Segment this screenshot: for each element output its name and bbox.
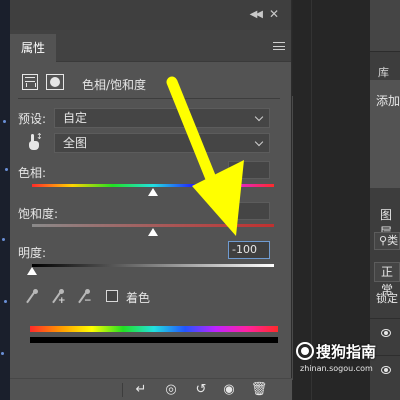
dock-top-panel [370, 0, 400, 52]
layer-filter-text: 类 [387, 234, 399, 247]
output-color-spectrum [30, 337, 278, 343]
colorize-checkbox[interactable] [106, 290, 118, 302]
panel-bottom-bar: ↵ ◎ ↺ ◉ 🗑 [10, 378, 292, 400]
lightness-slider-thumb[interactable] [27, 267, 37, 275]
saturation-label: 饱和度: [18, 207, 59, 221]
adjustment-layer-icon[interactable] [22, 74, 38, 90]
preset-value: 自定 [63, 111, 88, 125]
hue-label: 色相: [18, 166, 47, 180]
saturation-slider-track[interactable] [32, 224, 274, 227]
hue-input[interactable]: 0 [228, 161, 270, 179]
tab-libraries[interactable]: 库 [378, 64, 389, 80]
chevron-down-icon [254, 137, 264, 147]
lightness-label: 明度: [18, 246, 47, 260]
panel-menu-icon[interactable] [273, 42, 285, 50]
hue-slider-thumb[interactable] [148, 188, 158, 196]
visibility-eye-icon[interactable] [381, 366, 391, 374]
visibility-eye-icon[interactable] [381, 329, 391, 337]
hand-adjust-icon[interactable]: ↕ [26, 132, 43, 152]
preset-dropdown[interactable]: 自定 [54, 108, 270, 128]
panel-title-bar[interactable]: ◀◀ ✕ [10, 0, 291, 30]
visibility-eye-icon[interactable]: ◉ [220, 382, 238, 398]
view-previous-icon[interactable]: ◎ [162, 382, 180, 398]
reset-icon[interactable]: ↺ [192, 382, 210, 398]
blend-mode-dropdown[interactable]: 正常 [374, 262, 400, 297]
tab-properties[interactable]: 属性 [10, 34, 56, 62]
header-divider [18, 98, 280, 99]
sogou-logo-icon [296, 342, 314, 360]
lightness-input[interactable]: -100 [228, 241, 270, 259]
hue-slider-track[interactable] [32, 184, 274, 187]
collapse-panel-icon[interactable]: ◀◀ [250, 9, 263, 20]
properties-panel: ◀◀ ✕ 属性 色相/饱和度 预设: 自定 ↕ 全图 色相: 0 饱和度: 明度… [10, 0, 302, 400]
channel-dropdown[interactable]: 全图 [54, 133, 270, 153]
chevron-down-icon [254, 112, 264, 122]
saturation-slider-thumb[interactable] [148, 228, 158, 236]
saturation-input[interactable] [228, 202, 270, 220]
panel-tabbar: 属性 [10, 30, 291, 62]
adjustment-header: 色相/饱和度 [18, 70, 284, 96]
dock-separator [293, 0, 370, 400]
lock-label: 锁定 [376, 292, 398, 305]
colorize-label: 着色 [126, 291, 151, 305]
eyedropper-minus-icon[interactable]: − [76, 289, 92, 306]
eyedropper-icon[interactable] [24, 289, 38, 304]
preset-label: 预设: [18, 112, 47, 126]
close-icon[interactable]: ✕ [269, 7, 279, 21]
right-dock: 库 添加 图层 ⚲类 正常 锁定 [370, 0, 400, 400]
input-color-spectrum [30, 326, 278, 332]
trash-icon[interactable]: 🗑 [250, 382, 268, 398]
clip-to-layer-icon[interactable]: ↵ [132, 382, 150, 398]
eyedropper-plus-icon[interactable]: + [50, 289, 66, 306]
layer-filter[interactable]: ⚲类 [374, 232, 400, 250]
libraries-add-text[interactable]: 添加 [376, 92, 400, 109]
document-canvas-edge [0, 0, 10, 400]
lightness-slider-track[interactable] [32, 264, 274, 267]
layer-mask-icon[interactable] [46, 74, 64, 90]
watermark-brand: 搜狗指南 [316, 343, 377, 361]
watermark-url: zhinan.sogou.com [300, 364, 373, 373]
channel-value: 全图 [63, 136, 88, 150]
adjustment-title: 色相/饱和度 [82, 78, 147, 92]
